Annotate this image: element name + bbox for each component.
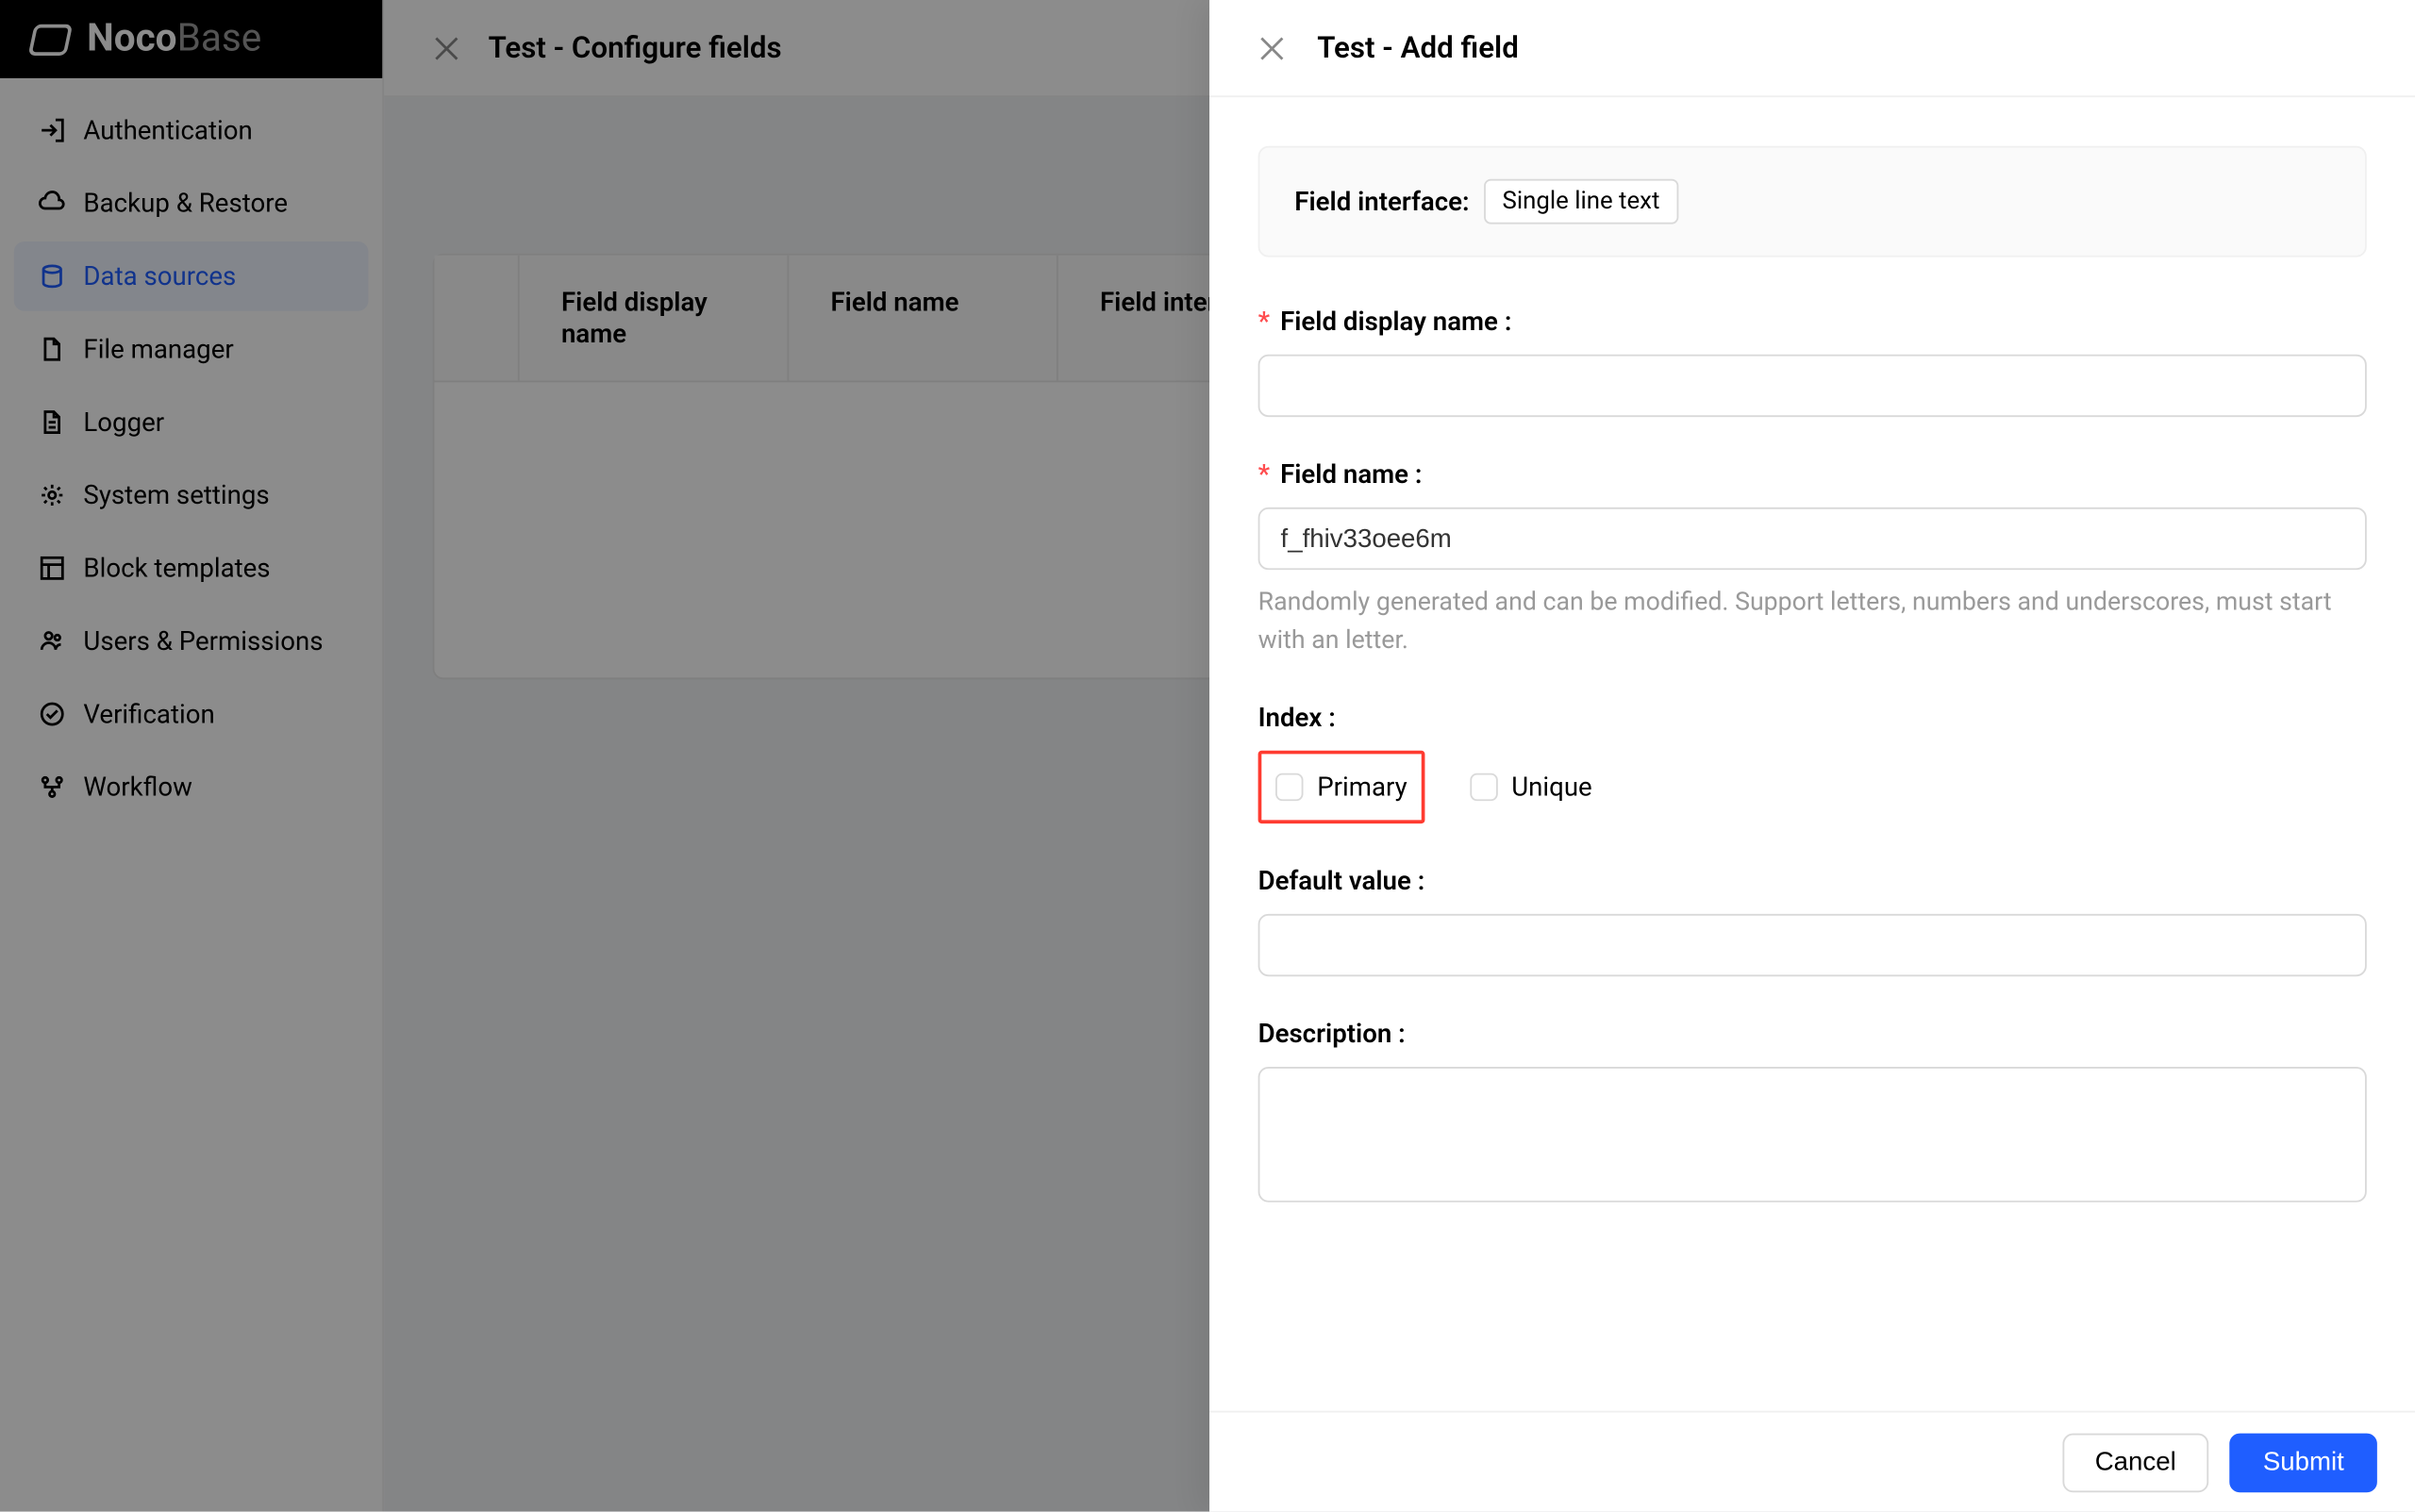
default-value-label: Default value [1258, 864, 1425, 895]
unique-checkbox[interactable]: Unique [1456, 760, 1606, 812]
name-label: Field name [1280, 458, 1422, 490]
default-value-input[interactable] [1258, 913, 2367, 975]
submit-button[interactable]: Submit [2230, 1433, 2377, 1492]
drawer-title: Test - Add field [1317, 30, 1519, 65]
name-input[interactable] [1258, 507, 2367, 570]
field-index-group: Index Primary Unique [1258, 701, 2367, 822]
display-name-input[interactable] [1258, 355, 2367, 417]
close-icon[interactable] [1258, 34, 1286, 61]
required-marker: * [1258, 306, 1270, 337]
field-description-group: Description [1258, 1017, 2367, 1208]
description-textarea[interactable] [1258, 1066, 2367, 1202]
required-marker: * [1258, 458, 1270, 490]
checkbox-box [1470, 773, 1497, 800]
display-name-label: Field display name [1280, 306, 1511, 337]
field-name-group: * Field name Randomly generated and can b… [1258, 458, 2367, 659]
field-default-value-group: Default value [1258, 864, 2367, 975]
interface-chip[interactable]: Single line text [1483, 179, 1678, 224]
description-label: Description [1258, 1017, 1406, 1048]
cancel-button[interactable]: Cancel [2062, 1433, 2209, 1492]
name-help: Randomly generated and can be modified. … [1258, 584, 2367, 659]
unique-label: Unique [1511, 771, 1591, 802]
checkbox-box [1275, 773, 1303, 800]
primary-checkbox[interactable]: Primary [1258, 750, 1425, 822]
add-field-drawer: Test - Add field Field interface: Single… [1209, 0, 2415, 1512]
drawer-header: Test - Add field [1209, 0, 2415, 97]
index-label: Index [1258, 701, 1336, 732]
primary-label: Primary [1317, 771, 1407, 802]
drawer-footer: Cancel Submit [1209, 1411, 2415, 1512]
field-interface-info: Field interface: Single line text [1258, 146, 2367, 258]
field-display-name-group: * Field display name [1258, 306, 2367, 417]
interface-label: Field interface: [1294, 186, 1469, 217]
